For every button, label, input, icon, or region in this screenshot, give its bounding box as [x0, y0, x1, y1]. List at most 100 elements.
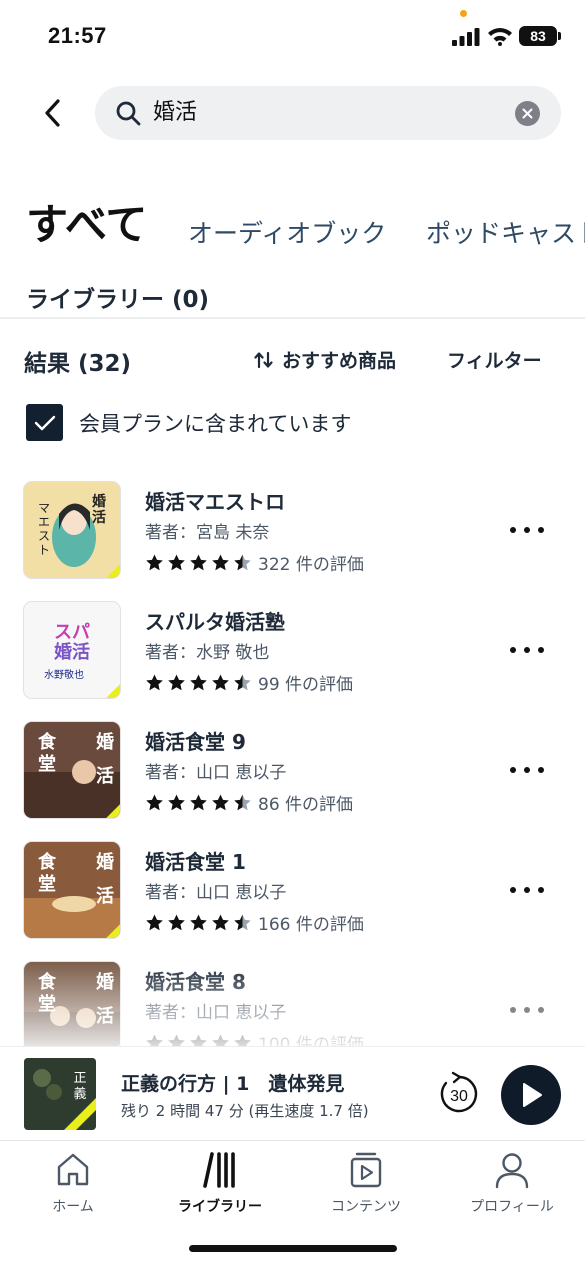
more-options-button[interactable] — [510, 760, 544, 780]
item-title[interactable]: 婚活食堂 1 — [145, 846, 246, 875]
book-cover[interactable]: スパ 婚活 水野敬也 — [24, 602, 120, 698]
svg-text:義: 義 — [73, 1086, 86, 1102]
privacy-indicator-dot — [460, 10, 467, 17]
category-tabs: すべて オーディオブック ポッドキャスト — [0, 198, 585, 258]
now-playing-remaining: 残り 2 時間 47 分 (再生速度 1.7 倍) — [121, 1102, 369, 1120]
star-full-icon — [212, 914, 229, 931]
rating-count: 166 件の評価 — [258, 915, 364, 935]
rating-count: 86 件の評価 — [258, 795, 354, 815]
item-author[interactable]: 著者：山口 恵以子 — [145, 998, 286, 1023]
item-title[interactable]: 婚活食堂 9 — [145, 726, 246, 755]
result-list: 婚 活 マ エ ス ト 婚活マエストロ 著者：宮島 未奈 322 件の評価 スパ… — [0, 470, 585, 1046]
divider — [0, 317, 585, 319]
more-options-button[interactable] — [510, 640, 544, 660]
content-icon — [350, 1152, 382, 1188]
nav-profile-label: プロフィール — [470, 1199, 554, 1215]
tab-podcasts[interactable]: ポッドキャスト — [426, 214, 585, 250]
cover-illustration: 食 堂 婚 活 — [24, 731, 120, 818]
search-icon — [116, 101, 141, 126]
star-full-icon — [146, 794, 163, 811]
cover-illustration: スパ 婚活 水野敬也 — [44, 622, 90, 681]
cover-illustration: 食 堂 婚 活 — [24, 851, 120, 938]
now-playing-title[interactable]: 正義の行方 | 1 遺体発見 — [121, 1069, 344, 1096]
sort-button[interactable]: おすすめ商品 — [254, 346, 396, 373]
library-results-header[interactable]: ライブラリー (0) — [26, 280, 209, 314]
member-plan-filter[interactable]: 会員プランに含まれています — [26, 404, 351, 441]
item-rating: 322 件の評価 — [145, 550, 364, 575]
svg-text:スパ: スパ — [54, 622, 90, 643]
filter-button[interactable]: フィルター — [447, 346, 542, 373]
tab-all[interactable]: すべて — [26, 198, 147, 252]
back-button[interactable] — [36, 93, 70, 133]
star-full-icon — [190, 914, 207, 931]
profile-icon — [495, 1153, 529, 1189]
more-options-button[interactable] — [510, 1000, 544, 1020]
star-rating — [145, 673, 252, 692]
star-half-icon — [234, 554, 251, 571]
nav-library[interactable]: ライブラリー — [160, 1150, 280, 1216]
search-input[interactable]: 婚活 — [153, 86, 197, 140]
results-count: 結果 (32) — [24, 351, 132, 377]
item-rating: 86 件の評価 — [145, 790, 353, 815]
svg-text:食: 食 — [37, 851, 57, 873]
item-title[interactable]: スパルタ婚活塾 — [145, 606, 285, 635]
book-cover[interactable]: 婚 活 マ エ ス ト — [24, 482, 120, 578]
list-item[interactable]: 食 堂 婚 活 婚活食堂 8 著者：山口 恵以子 100 件の評価 — [0, 950, 585, 1046]
item-author[interactable]: 著者：水野 敬也 — [145, 638, 269, 663]
svg-text:活: 活 — [92, 509, 106, 526]
play-icon — [523, 1083, 542, 1107]
svg-text:婚活: 婚活 — [54, 641, 90, 663]
svg-text:食: 食 — [37, 971, 57, 993]
nav-content[interactable]: コンテンツ — [306, 1150, 426, 1216]
star-full-icon — [212, 674, 229, 691]
rewind-30-button[interactable]: 30 — [436, 1071, 482, 1117]
star-full-icon — [146, 674, 163, 691]
item-title[interactable]: 婚活マエストロ — [145, 486, 285, 515]
star-half-icon — [234, 674, 251, 691]
tab-audiobooks[interactable]: オーディオブック — [188, 214, 386, 250]
clear-search-button[interactable] — [515, 101, 540, 126]
item-title[interactable]: 婚活食堂 8 — [145, 966, 246, 995]
star-full-icon — [212, 794, 229, 811]
list-item[interactable]: スパ 婚活 水野敬也 スパルタ婚活塾 著者：水野 敬也 99 件の評価 — [0, 590, 585, 710]
more-options-button[interactable] — [510, 520, 544, 540]
rewind-seconds: 30 — [450, 1088, 468, 1105]
play-button[interactable] — [501, 1065, 561, 1125]
star-rating — [145, 1033, 252, 1046]
star-full-icon — [234, 1034, 251, 1046]
list-item[interactable]: 婚 活 マ エ ス ト 婚活マエストロ 著者：宮島 未奈 322 件の評価 — [0, 470, 585, 590]
svg-text:婚: 婚 — [96, 851, 114, 873]
svg-text:ト: ト — [38, 543, 50, 557]
cover-illustration: 婚 活 マ エ ス ト — [38, 493, 106, 567]
svg-text:エ: エ — [38, 515, 50, 529]
status-time: 21:57 — [48, 23, 107, 48]
star-full-icon — [190, 1034, 207, 1046]
list-item[interactable]: 食 堂 婚 活 婚活食堂 1 著者：山口 恵以子 166 件の評価 — [0, 830, 585, 950]
item-author[interactable]: 著者：山口 恵以子 — [145, 878, 286, 903]
svg-text:活: 活 — [96, 885, 114, 907]
mini-player[interactable]: 正 義 正義の行方 | 1 遺体発見 残り 2 時間 47 分 (再生速度 1.… — [0, 1046, 585, 1141]
nav-home[interactable]: ホーム — [13, 1150, 133, 1216]
checkmark-icon — [34, 415, 55, 430]
nav-profile[interactable]: プロフィール — [452, 1150, 572, 1216]
svg-text:堂: 堂 — [38, 873, 56, 895]
nav-library-label: ライブラリー — [178, 1199, 262, 1215]
star-full-icon — [190, 794, 207, 811]
search-bar[interactable]: 婚活 — [95, 86, 561, 140]
book-cover[interactable]: 食 堂 婚 活 — [24, 962, 120, 1046]
item-author[interactable]: 著者：宮島 未奈 — [145, 518, 269, 543]
star-full-icon — [168, 674, 185, 691]
member-plan-checkbox[interactable] — [26, 404, 63, 441]
cover-illustration: 食 堂 婚 活 — [24, 971, 120, 1046]
star-full-icon — [168, 554, 185, 571]
more-options-button[interactable] — [510, 880, 544, 900]
now-playing-cover[interactable]: 正 義 — [24, 1058, 96, 1130]
home-icon — [57, 1153, 89, 1186]
nav-content-label: コンテンツ — [331, 1199, 401, 1215]
svg-text:活: 活 — [96, 1005, 114, 1027]
book-cover[interactable]: 食 堂 婚 活 — [24, 722, 120, 818]
book-cover[interactable]: 食 堂 婚 活 — [24, 842, 120, 938]
item-author[interactable]: 著者：山口 恵以子 — [145, 758, 286, 783]
list-item[interactable]: 食 堂 婚 活 婚活食堂 9 著者：山口 恵以子 86 件の評価 — [0, 710, 585, 830]
library-icon — [203, 1152, 235, 1188]
